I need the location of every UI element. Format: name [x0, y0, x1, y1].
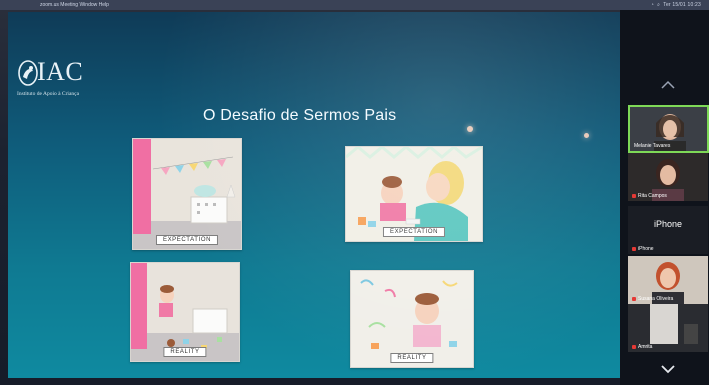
menubar-status-area: ◔ ⌕ Ter 15/01 10:23 — [651, 0, 701, 10]
participant-name: Rita Campos — [632, 193, 667, 199]
mic-muted-icon — [632, 344, 636, 349]
menubar-clock[interactable]: Ter 15/01 10:23 — [663, 2, 701, 8]
participant-name: Melanie Tavares — [634, 143, 671, 149]
system-menubar: zoom.us Meeting Window Help ◔ ⌕ Ter 15/0… — [0, 0, 709, 10]
card-caption: REALITY — [163, 347, 207, 357]
expectation-mother-card: EXPECTATION — [345, 146, 483, 242]
nursery-illustration — [133, 139, 241, 249]
participant-tile[interactable]: Rita Campos — [628, 153, 708, 201]
shared-screen: IAC Instituto de Apoio à Criança O Desaf… — [8, 12, 620, 378]
participant-name-placeholder: iPhone — [653, 219, 683, 229]
zoom-window: zoom.us Meeting Window Help ◔ ⌕ Ter 15/0… — [0, 0, 709, 385]
chevron-up-icon[interactable] — [660, 80, 676, 90]
wifi-icon[interactable]: ◔ — [651, 2, 654, 8]
participant-tile[interactable]: iPhone iPhone — [628, 206, 708, 254]
participant-tile-active-speaker[interactable]: Melanie Tavares — [628, 105, 709, 153]
card-caption: REALITY — [390, 353, 434, 363]
participant-name: Susana Oliveira — [632, 296, 673, 302]
slide-title: O Desafio de Sermos Pais — [203, 107, 397, 124]
reality-nursery-card: REALITY — [130, 262, 240, 362]
reality-mess-card: REALITY — [350, 270, 474, 368]
mic-muted-icon — [632, 246, 636, 251]
participant-tile[interactable]: Amrita — [628, 304, 708, 352]
participant-name: iPhone — [632, 246, 654, 252]
mic-muted-icon — [632, 296, 636, 301]
card-caption: EXPECTATION — [382, 227, 446, 237]
menubar-app-menus[interactable]: zoom.us Meeting Window Help — [40, 0, 109, 10]
logo-subtitle: Instituto de Apoio à Criança — [17, 91, 80, 97]
search-icon[interactable]: ⌕ — [657, 2, 660, 8]
participant-name: Amrita — [632, 344, 652, 350]
light-reflection — [584, 133, 589, 138]
iac-emblem-icon — [18, 60, 38, 86]
chevron-down-icon[interactable] — [660, 364, 676, 374]
logo-wordmark: IAC — [37, 57, 84, 86]
light-reflection — [467, 126, 473, 132]
mic-muted-icon — [632, 193, 636, 198]
expectation-nursery-card: EXPECTATION — [132, 138, 242, 250]
participant-tile[interactable]: Susana Oliveira — [628, 256, 708, 304]
card-caption: EXPECTATION — [155, 235, 219, 245]
iac-logo: IAC Instituto de Apoio à Criança — [17, 53, 127, 113]
